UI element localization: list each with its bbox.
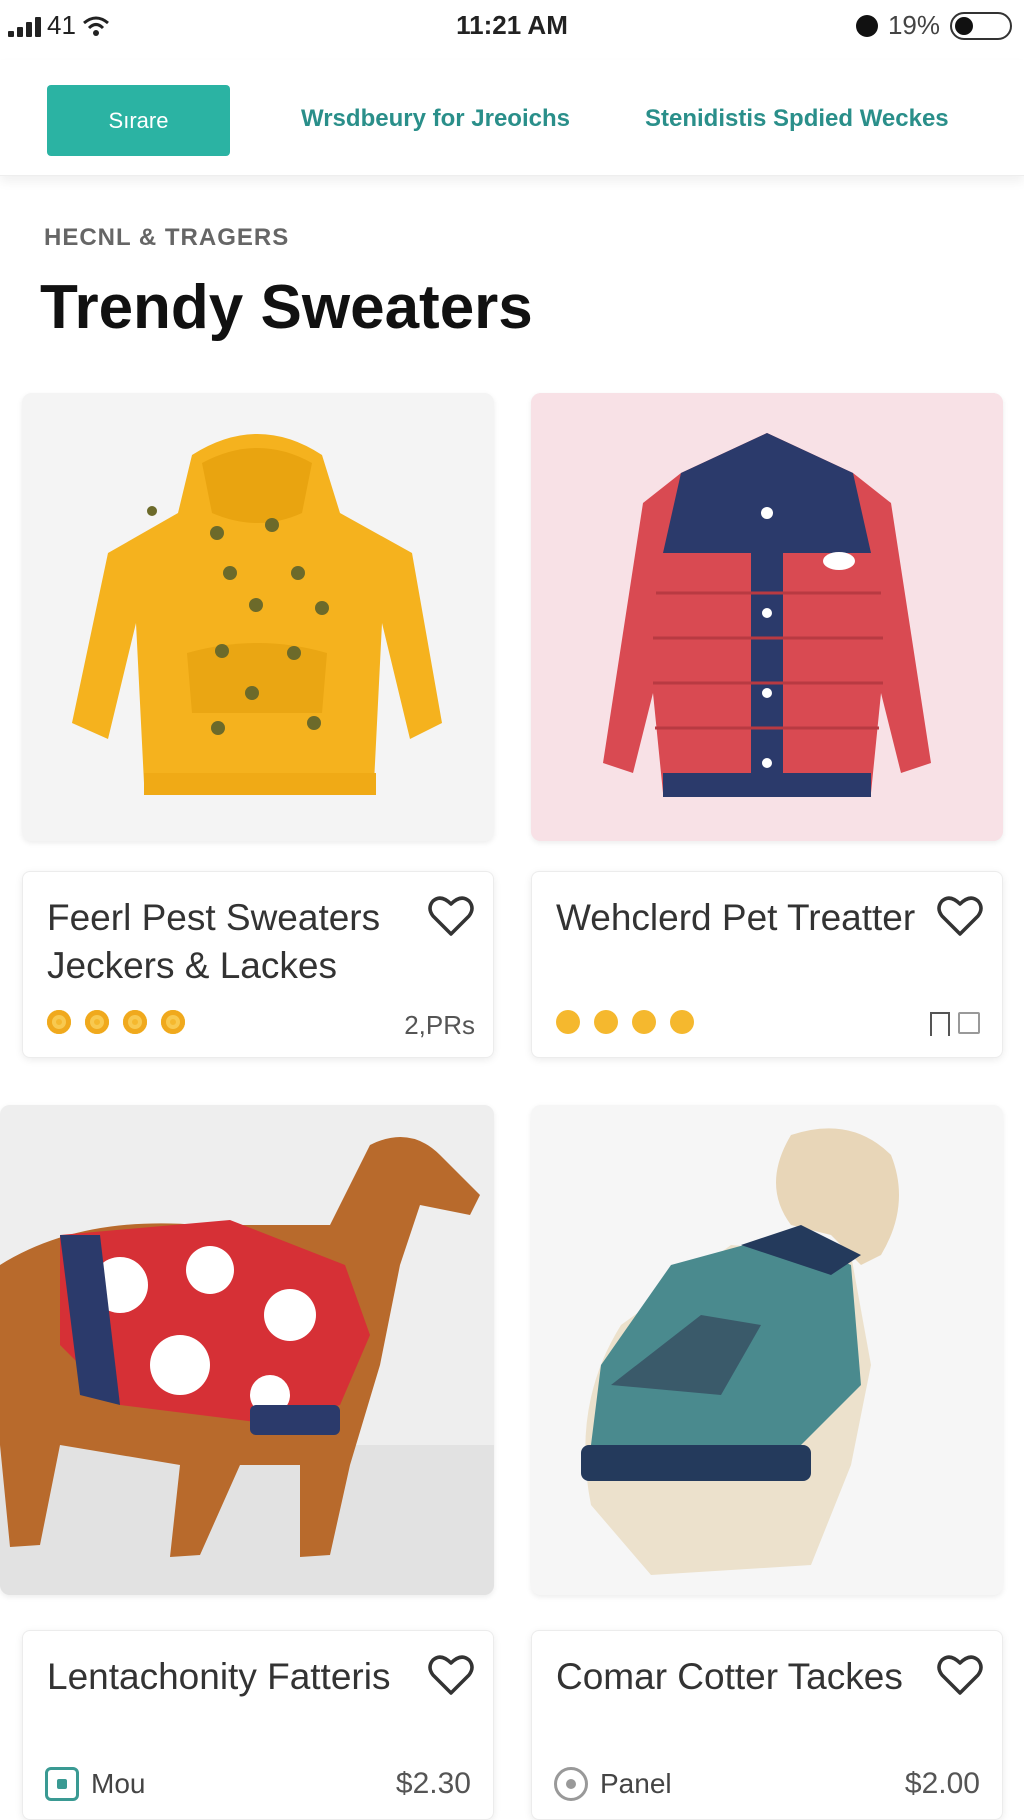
brand-label: Panel [600, 1768, 672, 1799]
bookmark-icon[interactable] [930, 1012, 980, 1036]
store-button[interactable]: Sırare [47, 85, 230, 156]
rating-dot [123, 1010, 147, 1034]
rating-dot [161, 1010, 185, 1034]
product-title[interactable]: Comar Cotter Tackes [556, 1653, 916, 1701]
nav-link-1[interactable]: Wrsdbeury for Jreoichs [301, 105, 570, 133]
product-image-puffer-jacket[interactable] [531, 393, 1003, 841]
product-card[interactable]: Comar Cotter Tackes Panel $2.00 [531, 1630, 1003, 1820]
brand-icon [554, 1767, 588, 1801]
battery-text: 19% [887, 10, 940, 40]
brand-badge: Panel [554, 1767, 672, 1801]
status-right: 19% [855, 10, 1012, 41]
heart-icon[interactable] [936, 1653, 984, 1697]
status-bar: 41 11:21 AM 19% [0, 0, 1024, 52]
rating-dot [556, 1010, 580, 1034]
brand-icon [45, 1767, 79, 1801]
section-eyebrow: HECNL & TRAGERS [44, 224, 290, 251]
heart-icon[interactable] [427, 1653, 475, 1697]
top-nav: Sırare Wrsdbeury for Jreoichs Stenidisti… [0, 60, 1024, 176]
rating-dot [594, 1010, 618, 1034]
rating-dot [670, 1010, 694, 1034]
rating-dot [47, 1010, 71, 1034]
product-image-yellow-hoodie[interactable] [22, 393, 494, 841]
price: $2.00 [904, 1767, 980, 1800]
product-title[interactable]: Wehclerd Pet Treatter [556, 894, 916, 942]
brand-badge: Mou [45, 1767, 145, 1801]
battery-icon [950, 11, 1012, 40]
product-image-dog-teal-jacket[interactable] [531, 1105, 1003, 1595]
rating-dot [85, 1010, 109, 1034]
rating-dots [556, 1010, 694, 1034]
page-title: Trendy Sweaters [40, 273, 533, 342]
product-card[interactable]: Feerl Pest Sweaters Jeckers & Lackes 2,P… [22, 871, 494, 1058]
product-card[interactable]: Wehclerd Pet Treatter [531, 871, 1003, 1058]
heart-icon[interactable] [936, 894, 984, 938]
rating-dot [632, 1010, 656, 1034]
product-title[interactable]: Feerl Pest Sweaters Jeckers & Lackes [47, 894, 407, 990]
notification-dot-icon [855, 14, 878, 37]
nav-link-2[interactable]: Stenidistis Spdied Weckes [645, 105, 949, 133]
heart-icon[interactable] [427, 894, 475, 938]
price: $2.30 [395, 1767, 471, 1800]
review-count: 2,PRs [404, 1010, 475, 1040]
product-card[interactable]: Lentachonity Fatteris Mou $2.30 [22, 1630, 494, 1820]
brand-label: Mou [91, 1768, 146, 1799]
product-image-dog-red-vest[interactable] [0, 1105, 494, 1595]
product-title[interactable]: Lentachonity Fatteris [47, 1653, 407, 1701]
rating-dots [47, 1010, 185, 1034]
